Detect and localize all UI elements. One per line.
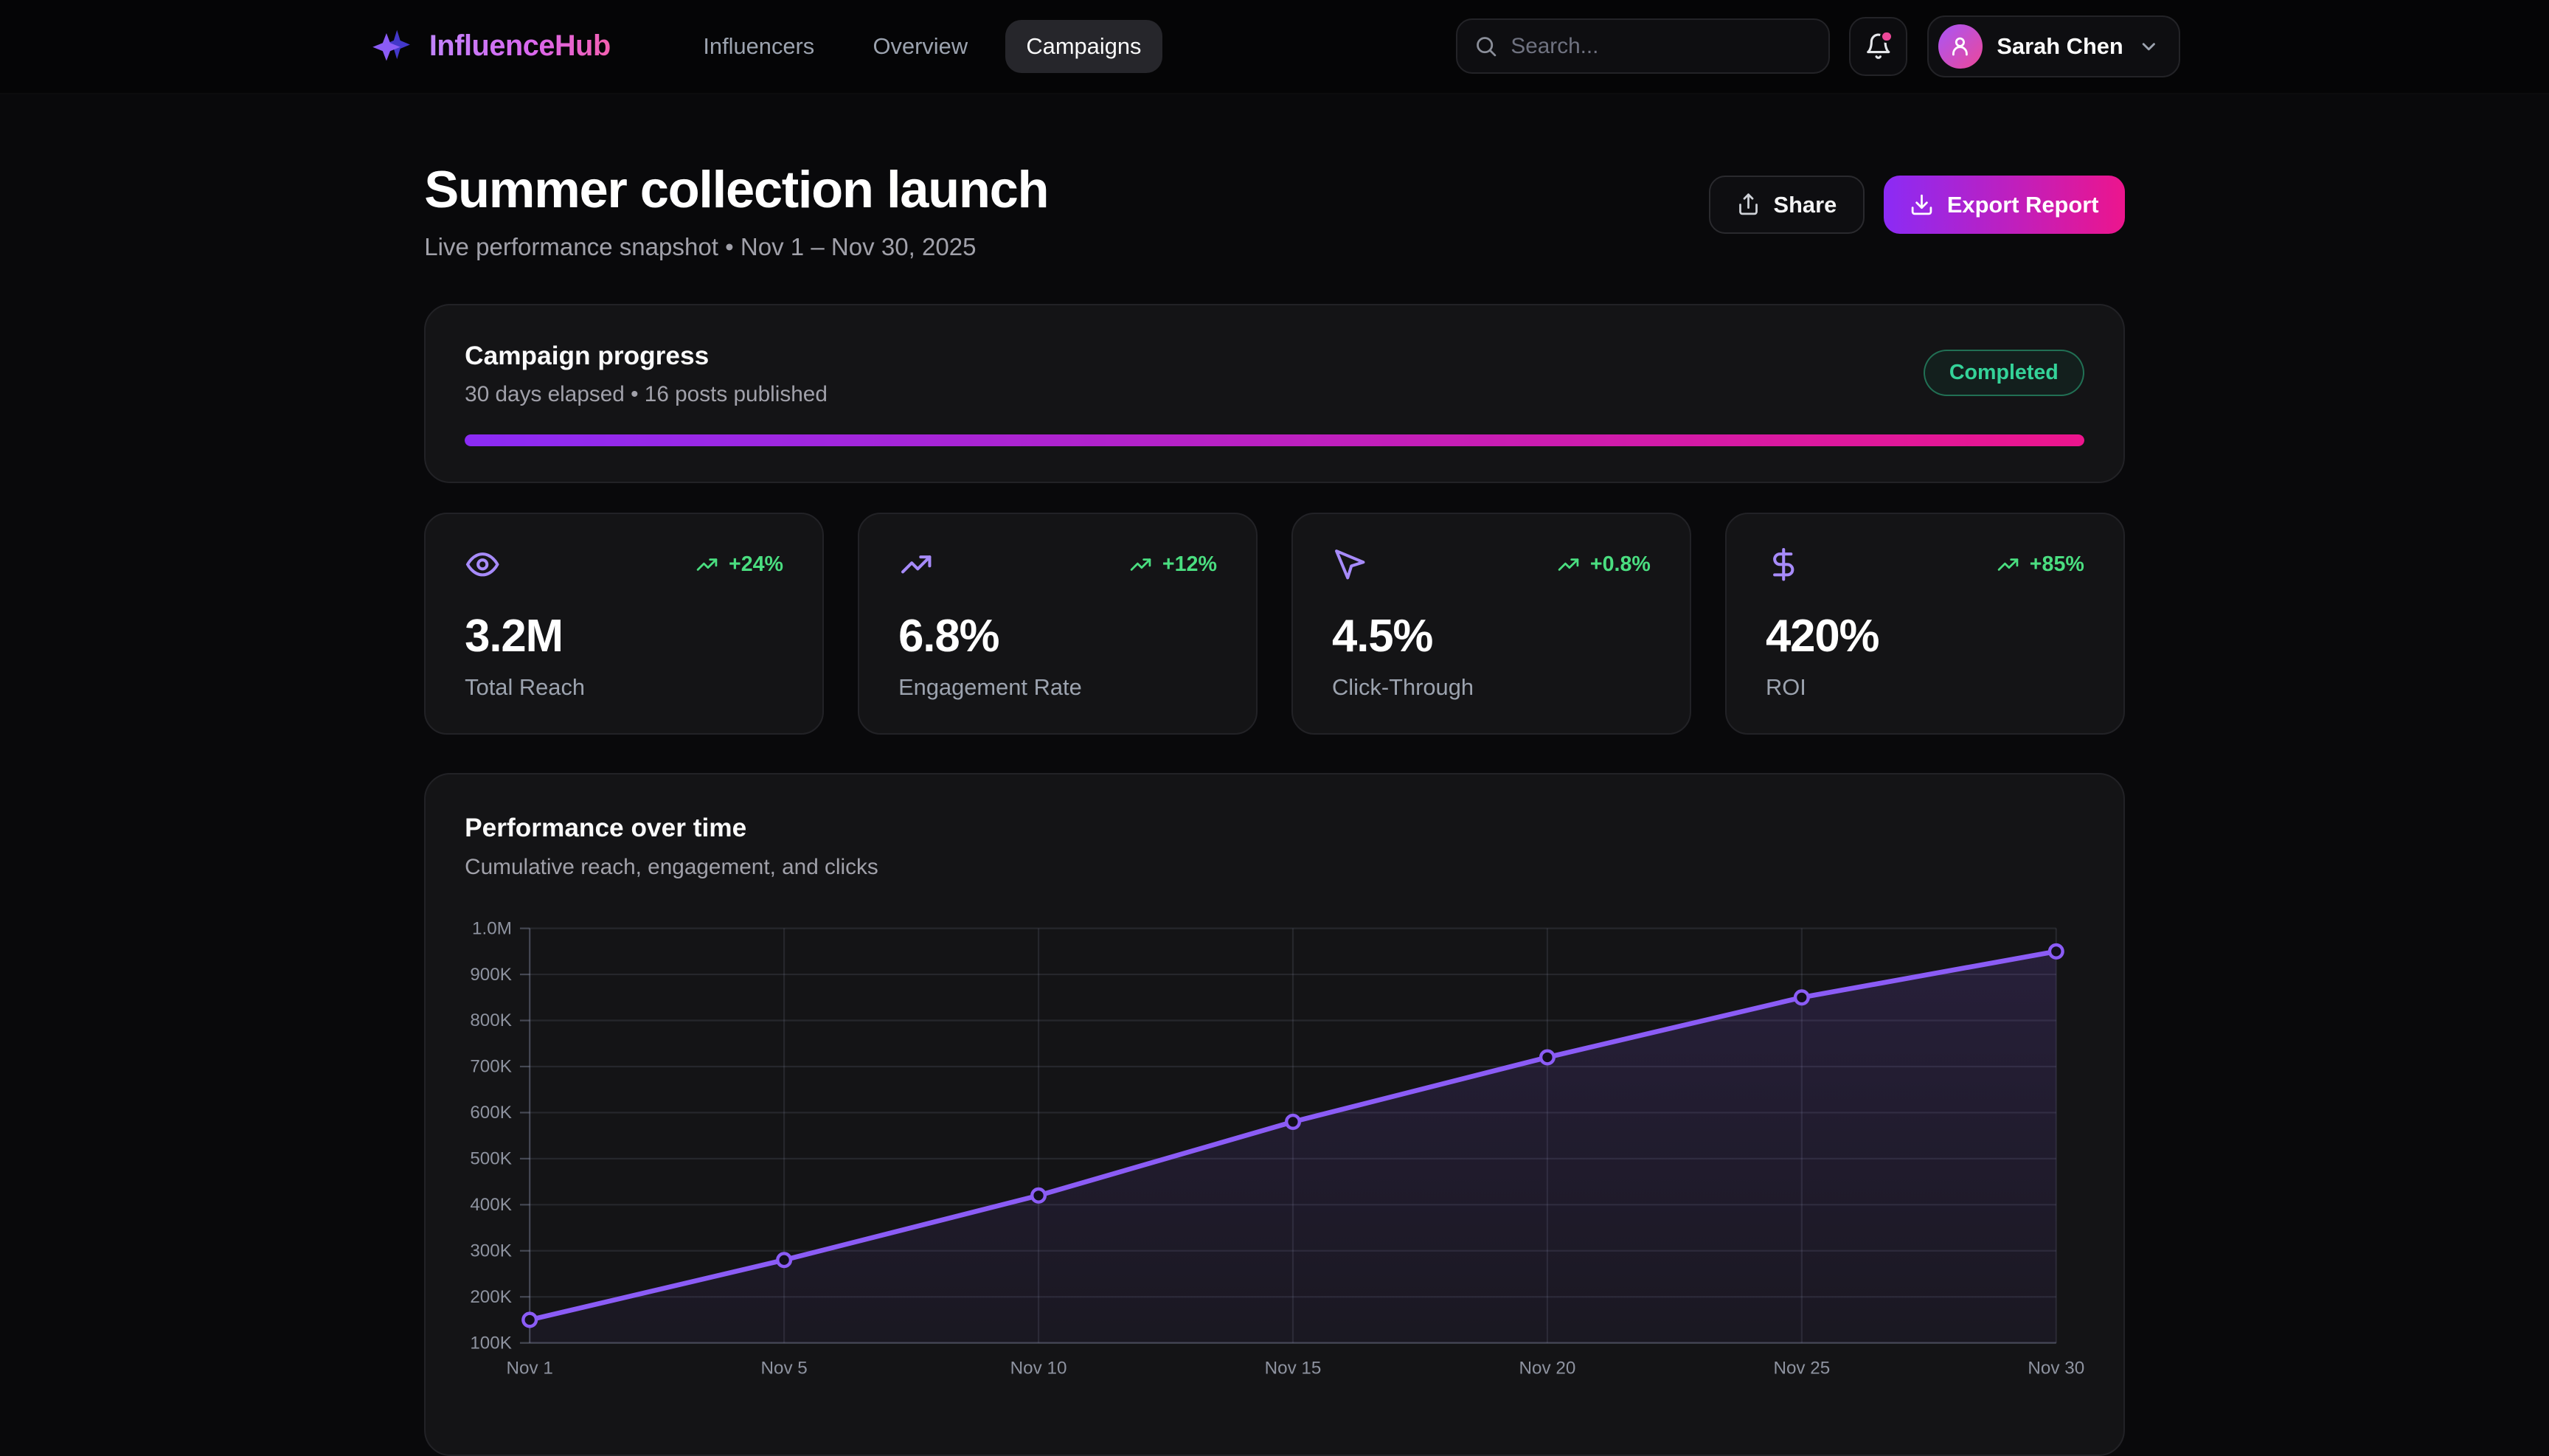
stat-change-value: +0.8% (1590, 552, 1651, 577)
data-point[interactable] (1032, 1189, 1045, 1202)
data-point[interactable] (1286, 1115, 1300, 1129)
share-icon (1736, 193, 1761, 217)
x-tick-label: Nov 20 (1519, 1359, 1576, 1379)
trend-up-icon (1556, 552, 1581, 577)
chart-subtitle: Cumulative reach, engagement, and clicks (465, 855, 2084, 880)
stat-label: Click-Through (1332, 674, 1651, 701)
download-icon (1910, 193, 1934, 217)
search-input[interactable] (1511, 34, 1811, 59)
stat-change: +85% (1996, 552, 2084, 577)
progress-subtitle: 30 days elapsed • 16 posts published (465, 382, 2084, 407)
trend-up-icon (1128, 552, 1153, 577)
y-tick-label: 400K (470, 1195, 512, 1215)
stat-card-click-through: +0.8% 4.5% Click-Through (1291, 513, 1691, 735)
page-subtitle: Live performance snapshot • Nov 1 – Nov … (424, 234, 1048, 262)
stat-value: 4.5% (1332, 610, 1651, 662)
y-tick-label: 900K (470, 965, 512, 985)
y-tick-label: 1.0M (472, 919, 512, 939)
share-button-label: Share (1774, 192, 1837, 218)
x-tick-label: Nov 25 (1774, 1359, 1831, 1379)
data-point[interactable] (524, 1314, 537, 1327)
x-tick-label: Nov 30 (2028, 1359, 2085, 1379)
notification-dot (1880, 30, 1893, 44)
stat-label: Total Reach (465, 674, 783, 701)
progress-fill (465, 434, 2084, 446)
nav-item-influencers[interactable]: Influencers (682, 20, 836, 72)
y-tick-label: 300K (470, 1241, 512, 1261)
progress-bar (465, 434, 2084, 446)
primary-nav: Influencers Overview Campaigns (682, 20, 1162, 72)
kpi-row: +24% 3.2M Total Reach +12% 6.8% Engageme… (424, 513, 2124, 735)
y-tick-label: 500K (470, 1149, 512, 1169)
sparkles-logo-icon (371, 25, 413, 67)
stat-change-value: +85% (2030, 552, 2084, 577)
campaign-progress-card: Campaign progress 30 days elapsed • 16 p… (424, 304, 2124, 483)
stat-card-roi: +85% 420% ROI (1725, 513, 2125, 735)
stat-label: Engagement Rate (898, 674, 1217, 701)
stat-change: +0.8% (1556, 552, 1651, 577)
user-menu[interactable]: Sarah Chen (1927, 15, 2180, 77)
trend-up-icon (1996, 552, 2020, 577)
top-nav: InfluenceHub Influencers Overview Campai… (0, 0, 2549, 94)
stat-card-total-reach: +24% 3.2M Total Reach (424, 513, 824, 735)
nav-item-overview[interactable]: Overview (852, 20, 989, 72)
notifications-button[interactable] (1849, 17, 1907, 75)
trending-up-icon (898, 547, 934, 582)
y-tick-label: 700K (470, 1057, 512, 1077)
data-point[interactable] (1541, 1051, 1554, 1064)
performance-line-chart[interactable]: 100K 200K 300K 400K 500K 600K 700K 800K 900K 1.0M… (465, 915, 2084, 1390)
stat-change: +12% (1128, 552, 1217, 577)
page-title: Summer collection launch (424, 159, 1048, 219)
status-badge: Completed (1924, 350, 2084, 396)
stat-value: 6.8% (898, 610, 1217, 662)
data-point[interactable] (2050, 945, 2063, 958)
data-point[interactable] (777, 1254, 791, 1267)
stat-change: +24% (695, 552, 783, 577)
chevron-down-icon (2138, 36, 2160, 58)
chart-title: Performance over time (465, 814, 2084, 843)
y-tick-label: 200K (470, 1287, 512, 1307)
search-icon (1474, 34, 1498, 58)
y-tick-label: 600K (470, 1103, 512, 1123)
x-tick-label: Nov 5 (761, 1359, 808, 1379)
brand[interactable]: InfluenceHub (371, 25, 611, 67)
eye-icon (465, 547, 500, 582)
dollar-icon (1766, 547, 1801, 582)
user-name: Sarah Chen (1997, 33, 2123, 60)
mouse-pointer-icon (1332, 547, 1367, 582)
search-box[interactable] (1456, 18, 1830, 74)
stat-value: 3.2M (465, 610, 783, 662)
x-tick-label: Nov 15 (1265, 1359, 1322, 1379)
stat-card-engagement-rate: +12% 6.8% Engagement Rate (858, 513, 1258, 735)
stat-change-value: +12% (1162, 552, 1217, 577)
trend-up-icon (695, 552, 719, 577)
stat-value: 420% (1766, 610, 2084, 662)
x-tick-label: Nov 1 (507, 1359, 553, 1379)
data-point[interactable] (1795, 991, 1808, 1005)
export-report-button[interactable]: Export Report (1884, 176, 2125, 234)
performance-chart-svg: 100K 200K 300K 400K 500K 600K 700K 800K 900K 1.0M… (465, 915, 2087, 1384)
export-button-label: Export Report (1947, 192, 2099, 218)
brand-name: InfluenceHub (429, 30, 611, 63)
y-tick-label: 100K (470, 1334, 512, 1353)
nav-item-campaigns[interactable]: Campaigns (1005, 20, 1162, 72)
avatar (1938, 24, 1983, 69)
progress-title: Campaign progress (465, 342, 2084, 371)
performance-chart-card: Performance over time Cumulative reach, … (424, 773, 2124, 1456)
x-tick-label: Nov 10 (1010, 1359, 1067, 1379)
stat-change-value: +24% (729, 552, 783, 577)
y-tick-label: 800K (470, 1011, 512, 1031)
stat-label: ROI (1766, 674, 2084, 701)
share-button[interactable]: Share (1709, 176, 1865, 234)
